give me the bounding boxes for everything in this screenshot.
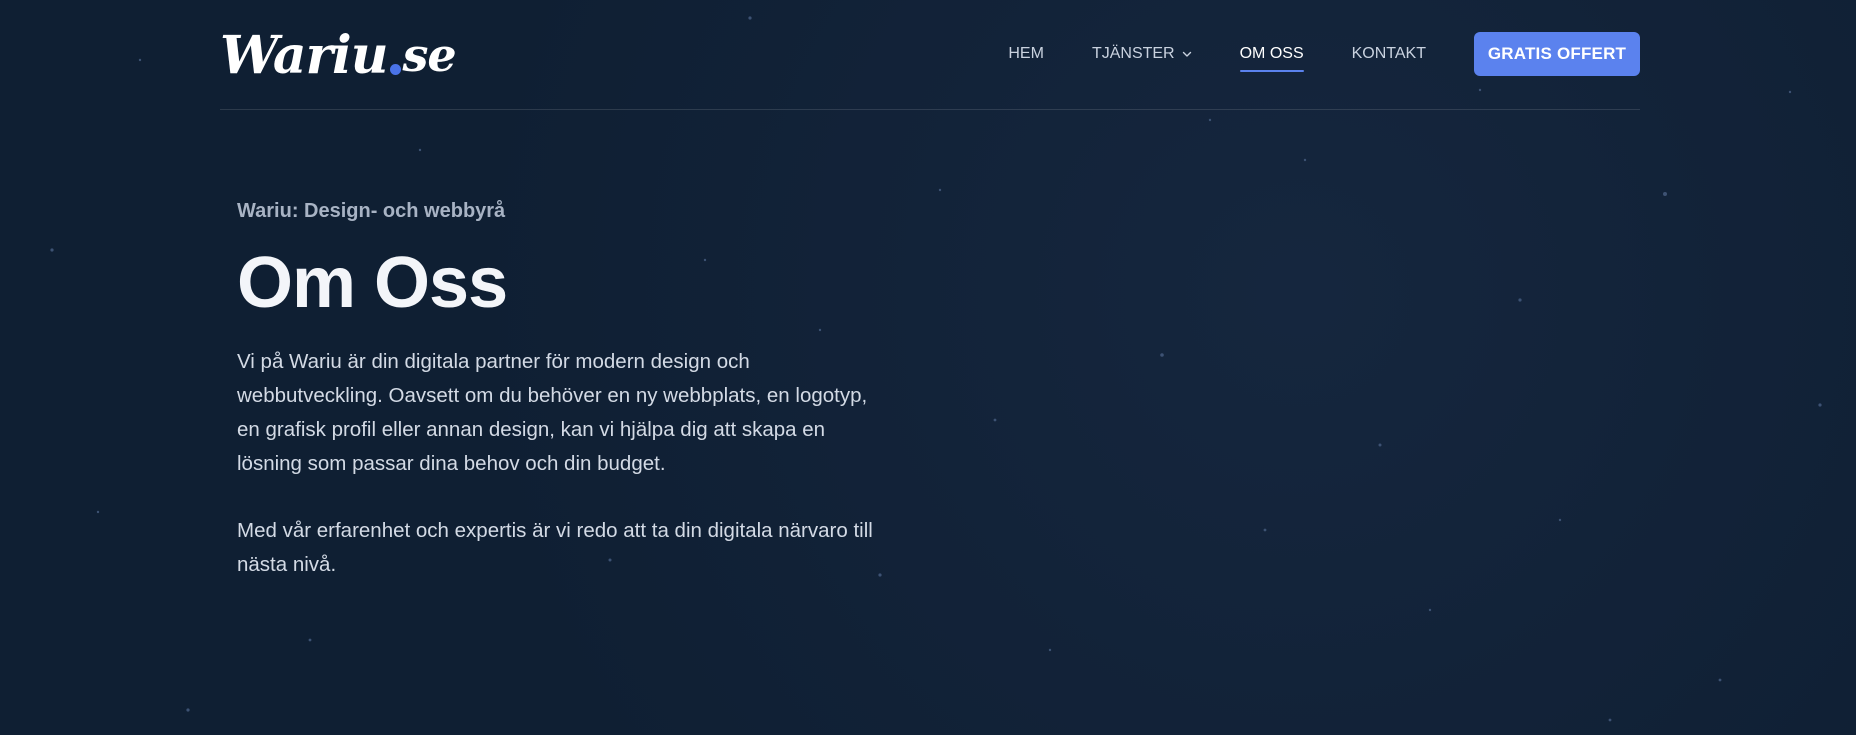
page: Wariu se HEM TJÄNSTER OM OSS KONTAKT GRA… <box>0 0 1856 735</box>
page-title: Om Oss <box>237 243 508 323</box>
hero-section: Wariu: Design- och webbyrå Om Oss Vi på … <box>237 200 877 615</box>
hero-paragraph-2: Med vår erfarenhet och expertis är vi re… <box>237 519 873 576</box>
site-logo[interactable]: Wariu se <box>220 20 457 90</box>
nav-item-om-oss[interactable]: OM OSS <box>1239 32 1304 76</box>
nav-item-tjanster[interactable]: TJÄNSTER <box>1092 32 1192 76</box>
nav-item-label: HEM <box>1008 45 1044 62</box>
logo-dot <box>389 63 401 75</box>
site-header: Wariu se HEM TJÄNSTER OM OSS KONTAKT GRA… <box>220 0 1640 110</box>
nav-item-hem[interactable]: HEM <box>1008 32 1044 76</box>
hero-eyebrow: Wariu: Design- och webbyrå <box>237 200 506 222</box>
nav-item-label: KONTAKT <box>1351 45 1426 62</box>
chevron-down-icon <box>1182 49 1192 59</box>
nav-item-kontakt[interactable]: KONTAKT <box>1352 32 1426 76</box>
free-quote-button[interactable]: GRATIS OFFERT <box>1474 32 1640 76</box>
hero-paragraph-1: Vi på Wariu är din digitala partner för … <box>237 350 868 475</box>
nav-item-label: TJÄNSTER <box>1091 45 1175 62</box>
logo-tld: se <box>402 28 457 82</box>
nav-item-label: OM OSS <box>1239 45 1304 62</box>
main-nav: HEM TJÄNSTER OM OSS KONTAKT GRATIS OFFER… <box>1008 32 1640 76</box>
logo-wordmark: Wariu <box>220 24 389 86</box>
